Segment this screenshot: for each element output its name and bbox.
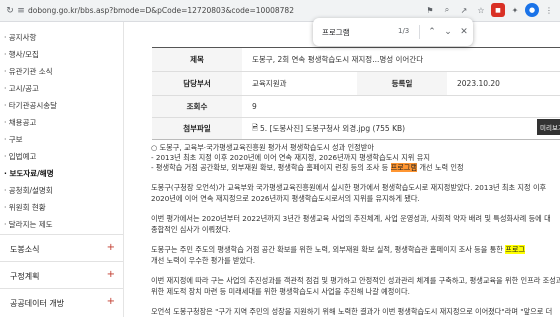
bookmark-star-icon[interactable]: ☆ — [474, 3, 488, 17]
paragraph-1-line-1: 도봉구(구청장 오언석)가 교육부와 국가평생교육진흥원에서 실시한 평가에서 … — [151, 183, 547, 192]
find-input[interactable]: 프로그램 — [322, 27, 350, 38]
browser-actions: ⚑ ⌕ ↗ ☆ ■ ✦ ● ⋮ — [423, 3, 556, 17]
article-title: 도봉구, 2회 연속 평생학습도시 재지정...명성 이어간다 — [252, 55, 424, 64]
title-row: 제목 도봉구, 2회 연속 평생학습도시 재지정...명성 이어간다 — [152, 48, 560, 72]
attachment-link[interactable]: 🖻 5. [도봉사진] 도봉구청사 외경.jpg (755 KB) — [252, 118, 405, 139]
paragraph-3-line-2: 개선 노력이 우수한 평가를 받았다. — [151, 256, 255, 265]
department: 교육지원과 — [252, 79, 287, 88]
paragraph-4-line-2: 위한 제도적 장치 마련 등 미래세대를 위한 평생학습도시 사업을 추진해 나… — [151, 287, 410, 296]
preview-button[interactable]: 미리보기 — [537, 119, 560, 135]
sidebar-item-committees[interactable]: · 위원회 현황 — [4, 202, 46, 213]
file-icon: 🖻 — [252, 123, 259, 132]
view-count: 9 — [252, 102, 257, 111]
chevron-up-icon[interactable]: ⌃ — [425, 25, 439, 39]
left-sidebar: · 공지사항 · 행사/모집 · 유관기관 소식 · 고시/공고 · 타기관공시… — [0, 22, 124, 317]
plus-icon: + — [106, 269, 115, 280]
chevron-down-icon[interactable]: ⌄ — [441, 25, 455, 39]
sidebar-item-recruitment[interactable]: · 채용공고 — [4, 117, 36, 128]
sidebar-item-agency-news[interactable]: · 유관기관 소식 — [4, 66, 53, 77]
sidebar-menu-open-data[interactable]: 공공데이터 개방 + — [0, 288, 123, 315]
paragraph-2-line-2: 종합적인 심사가 이뤄졌다. — [151, 225, 231, 234]
sidebar-item-press-release[interactable]: · 보도자료/해명 — [4, 168, 54, 179]
zoom-icon[interactable]: ⌕ — [440, 3, 454, 17]
sidebar-item-announcements[interactable]: · 고시/공고 — [4, 83, 39, 94]
registration-date: 2023.10.20 — [457, 79, 500, 88]
lead-line-3: - 평생학습 거점 공간확보, 외부재원 확보, 평생학습 홈페이지 런칭 등의… — [151, 163, 464, 172]
sidebar-item-legislation[interactable]: · 입법예고 — [4, 151, 36, 162]
paragraph-1-line-2: 2020년에 이어 연속 재지정으로 2026년까지 평생학습도시로서의 지위를… — [151, 194, 420, 203]
dept-date-row: 담당부서 교육지원과 등록일 2023.10.20 — [152, 72, 560, 96]
find-separator — [419, 25, 420, 39]
find-in-page-bar: 프로그램 1/3 ⌃ ⌄ ✕ — [313, 18, 473, 46]
sidebar-item-public-notice[interactable]: · 타기관공시송달 — [4, 100, 57, 111]
article-view: 제목 도봉구, 2회 연속 평생학습도시 재지정...명성 이어간다 담당부서 … — [124, 22, 560, 317]
sidebar-item-notices[interactable]: · 공지사항 — [4, 32, 36, 43]
sidebar-item-hearings[interactable]: · 공청회/설명회 — [4, 185, 53, 196]
profile-avatar[interactable]: ● — [525, 3, 539, 17]
paragraph-3-line-1: 도봉구는 주민 주도의 평생학습 거점 공간 확보를 위한 노력, 외부재원 확… — [151, 245, 526, 254]
site-info-icon[interactable]: ≡ — [14, 4, 28, 18]
attachment-row: 첨부파일 🖻 5. [도봉사진] 도봉구청사 외경.jpg (755 KB) — [152, 118, 560, 140]
extensions-puzzle-icon[interactable]: ✦ — [508, 3, 522, 17]
sidebar-menu-district-plan[interactable]: 구정계획 + — [0, 261, 123, 288]
menu-icon[interactable]: ⋮ — [542, 3, 556, 17]
sidebar-item-events[interactable]: · 행사/모집 — [4, 49, 39, 60]
views-row: 조회수 9 — [152, 96, 560, 118]
share-icon[interactable]: ↗ — [457, 3, 471, 17]
search-highlight-active: 프로그램 — [390, 163, 418, 172]
sidebar-menu-dobong-news[interactable]: 도봉소식 + — [0, 234, 123, 261]
sidebar-item-new-policies[interactable]: · 달라지는 제도 — [4, 219, 53, 230]
address-bar-url[interactable]: dobong.go.kr/bbs.asp?bmode=D&pCode=12720… — [28, 6, 294, 15]
sidebar-item-gazette[interactable]: · 구보 — [4, 134, 23, 145]
find-match-count: 1/3 — [398, 27, 410, 35]
browser-toolbar: ↻ ≡ dobong.go.kr/bbs.asp?bmode=D&pCode=1… — [0, 0, 560, 22]
translate-icon[interactable]: ⚑ — [423, 3, 437, 17]
paragraph-5-line-1: 오언석 도봉구청장은 "구가 지역 주민의 성장을 지원하기 위해 노력한 결과… — [151, 307, 553, 316]
paragraph-2-line-1: 이번 평가에서는 2020년부터 2022년까지 3년간 평생교육 사업의 추진… — [151, 214, 551, 223]
lead-line-1: ○ 도봉구, 교육부·국가평생교육진흥원 평가서 평생학습도시 성과 인정받아 — [151, 143, 374, 152]
search-highlight: 프로그 — [505, 245, 526, 254]
lead-line-2: - 2013년 최초 지정 이후 2020년에 이어 연속 재지정, 2026년… — [151, 153, 430, 162]
extension-icon[interactable]: ■ — [491, 3, 505, 17]
plus-icon: + — [106, 296, 115, 307]
paragraph-4-line-1: 이번 재지정에 따라 구는 사업의 추진성과를 객관적 점검 및 평가하고 안정… — [151, 276, 560, 285]
plus-icon: + — [106, 242, 115, 253]
close-icon[interactable]: ✕ — [457, 25, 471, 39]
